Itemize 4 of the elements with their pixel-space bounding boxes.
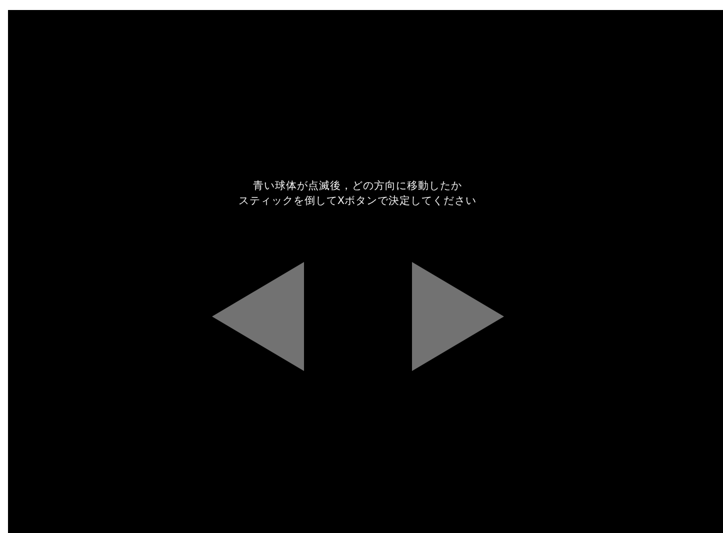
right-arrow-icon [412, 262, 504, 371]
instruction-text: 青い球体が点滅後，どの方向に移動したか [252, 179, 462, 194]
instruction-text: スティックを倒してXボタンで決定してください [238, 194, 477, 209]
left-arrow-icon [212, 262, 304, 371]
